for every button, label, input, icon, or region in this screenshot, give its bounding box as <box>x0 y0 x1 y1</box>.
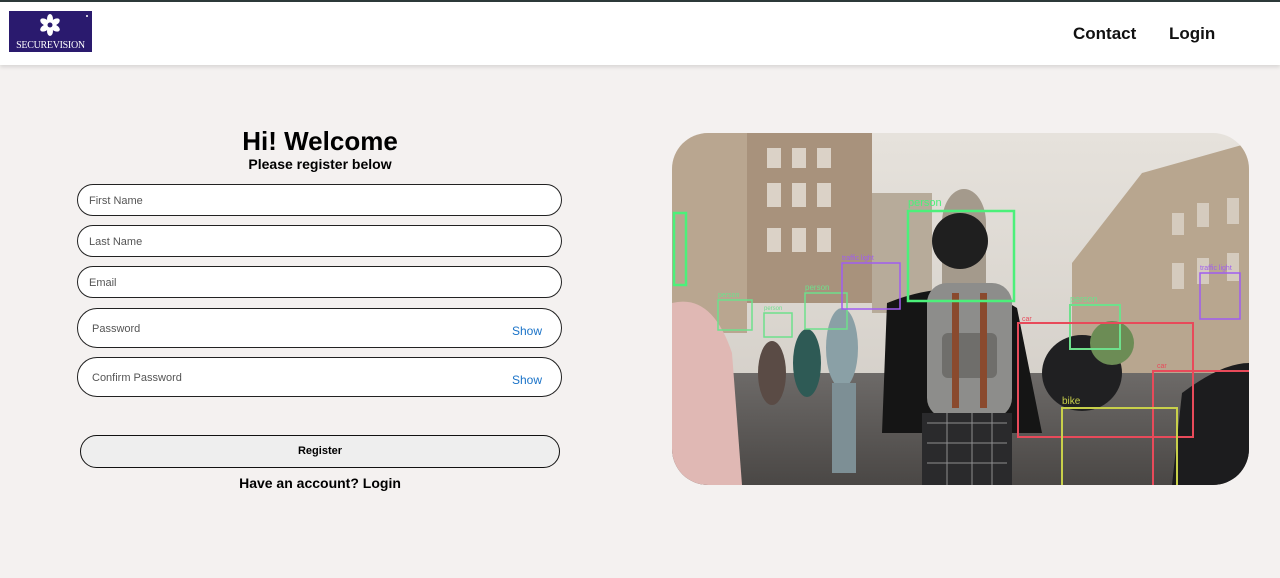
show-confirm-password-toggle[interactable]: Show <box>512 373 542 387</box>
detection-label: person <box>908 197 942 209</box>
confirm-password-field[interactable]: Show <box>77 357 562 398</box>
logo-text: SECUREVISION <box>16 40 85 51</box>
password-field[interactable]: Show <box>77 308 562 349</box>
first-name-input[interactable] <box>87 185 491 217</box>
building-left-2 <box>747 133 872 303</box>
detection-label: person <box>805 283 829 292</box>
last-name-field[interactable] <box>77 225 562 258</box>
show-password-toggle[interactable]: Show <box>512 324 542 338</box>
last-name-input[interactable] <box>87 226 491 258</box>
detection-label: car <box>1022 316 1032 323</box>
email-input[interactable] <box>87 267 491 299</box>
confirm-password-input[interactable] <box>90 358 494 398</box>
detection-label: person <box>718 292 740 299</box>
first-name-field[interactable] <box>77 184 562 217</box>
street-detection-illustration: person person person person person traff… <box>672 133 1249 485</box>
detection-label: bike <box>1062 396 1081 407</box>
page-subtitle: Please register below <box>248 156 392 172</box>
detection-label: traffic light <box>842 255 874 262</box>
account-prompt: Have an account? Login <box>80 475 560 491</box>
nav-contact-link[interactable]: Contact <box>1073 24 1136 44</box>
detection-label: car <box>1157 363 1167 370</box>
page-title: Hi! Welcome <box>242 126 398 156</box>
securevision-logo[interactable]: SECUREVISION <box>9 11 92 52</box>
navbar: SECUREVISION Contact Login <box>0 2 1280 65</box>
email-field[interactable] <box>77 266 562 299</box>
password-input[interactable] <box>90 309 494 349</box>
login-link[interactable]: Login <box>363 475 401 491</box>
register-button[interactable]: Register <box>80 435 560 468</box>
detection-label: traffic light <box>1200 265 1232 272</box>
detection-label: person <box>1070 294 1098 304</box>
hero-image: person person person person person traff… <box>672 133 1249 485</box>
detection-label: person <box>764 306 782 312</box>
account-prompt-text: Have an account? <box>239 475 359 491</box>
nav-login-link[interactable]: Login <box>1169 24 1215 44</box>
windows-left <box>767 148 831 252</box>
